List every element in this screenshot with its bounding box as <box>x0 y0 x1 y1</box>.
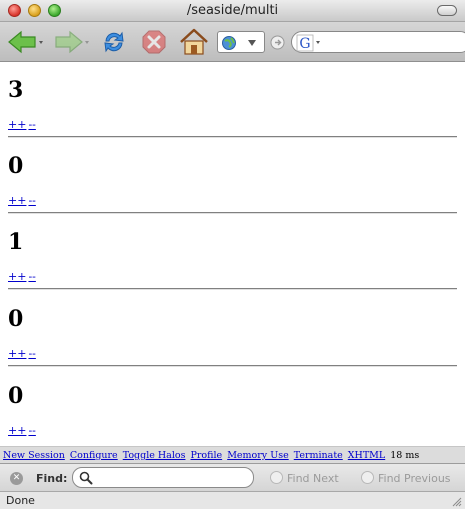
address-field[interactable] <box>217 31 265 53</box>
terminate-link[interactable]: Terminate <box>294 450 343 461</box>
xhtml-link[interactable]: XHTML <box>348 450 385 461</box>
counter-value: 0 <box>8 306 24 332</box>
reload-icon <box>104 31 124 53</box>
find-previous-icon <box>361 471 374 484</box>
status-bar: Done <box>0 491 465 509</box>
increment-link[interactable]: ++ <box>8 347 26 360</box>
find-previous-label: Find Previous <box>378 472 451 485</box>
toggle-halos-link[interactable]: Toggle Halos <box>123 450 186 461</box>
forward-arrow-icon <box>55 30 89 54</box>
find-next-icon <box>270 471 283 484</box>
find-next-label: Find Next <box>287 472 339 485</box>
google-icon: G <box>296 34 320 52</box>
counter-value: 0 <box>8 153 24 179</box>
decrement-link[interactable]: -- <box>28 118 35 131</box>
find-previous-button[interactable]: Find Previous <box>361 471 451 485</box>
find-label: Find: <box>36 472 68 485</box>
increment-link[interactable]: ++ <box>8 118 26 131</box>
horizontal-rule <box>8 365 457 367</box>
resize-grip-icon[interactable] <box>451 496 462 507</box>
globe-icon <box>222 36 256 50</box>
home-icon <box>180 28 208 55</box>
status-text: Done <box>6 494 35 507</box>
stop-icon <box>142 30 166 54</box>
find-input[interactable] <box>72 467 254 488</box>
close-icon[interactable]: ✕ <box>10 472 23 485</box>
window-title: /seaside/multi <box>186 3 279 18</box>
reload-button[interactable] <box>100 28 128 56</box>
counter-actions: ++ -- <box>8 424 38 437</box>
seaside-toolbar: New Session Configure Toggle Halos Profi… <box>0 446 465 463</box>
back-arrow-icon <box>8 30 43 54</box>
browser-toolbar: G <box>0 22 465 62</box>
find-bar: ✕ Find: Find Next Find Previous <box>0 463 465 491</box>
search-icon <box>79 471 93 485</box>
toolbar-toggle-button[interactable] <box>437 5 457 16</box>
increment-link[interactable]: ++ <box>8 424 26 437</box>
render-time: 18 ms <box>390 450 420 461</box>
svg-text:G: G <box>299 36 310 52</box>
window-titlebar: /seaside/multi <box>0 0 465 22</box>
forward-button[interactable] <box>52 28 90 56</box>
back-button[interactable] <box>6 28 44 56</box>
decrement-link[interactable]: -- <box>28 347 35 360</box>
memory-use-link[interactable]: Memory Use <box>227 450 289 461</box>
new-session-link[interactable]: New Session <box>3 450 65 461</box>
decrement-link[interactable]: -- <box>28 194 35 207</box>
go-icon <box>270 35 285 50</box>
stop-button[interactable] <box>140 28 168 56</box>
find-next-button[interactable]: Find Next <box>270 471 339 485</box>
increment-link[interactable]: ++ <box>8 194 26 207</box>
profile-link[interactable]: Profile <box>191 450 223 461</box>
increment-link[interactable]: ++ <box>8 270 26 283</box>
chevron-down-icon <box>248 40 256 46</box>
horizontal-rule <box>8 288 457 290</box>
counter-actions: ++ -- <box>8 270 38 283</box>
horizontal-rule <box>8 212 457 214</box>
counter-actions: ++ -- <box>8 347 38 360</box>
configure-link[interactable]: Configure <box>70 450 118 461</box>
page-content: 3 ++ -- 0 ++ -- 1 ++ -- 0 ++ -- 0 ++ -- <box>0 63 465 446</box>
counter-actions: ++ -- <box>8 118 38 131</box>
search-engine-field[interactable]: G <box>291 31 465 53</box>
home-button[interactable] <box>179 28 209 56</box>
counter-value: 3 <box>8 77 24 103</box>
counter-value: 1 <box>8 229 24 255</box>
counter-value: 0 <box>8 383 24 409</box>
counter-actions: ++ -- <box>8 194 38 207</box>
go-button[interactable] <box>270 35 285 50</box>
decrement-link[interactable]: -- <box>28 424 35 437</box>
decrement-link[interactable]: -- <box>28 270 35 283</box>
horizontal-rule <box>8 136 457 138</box>
